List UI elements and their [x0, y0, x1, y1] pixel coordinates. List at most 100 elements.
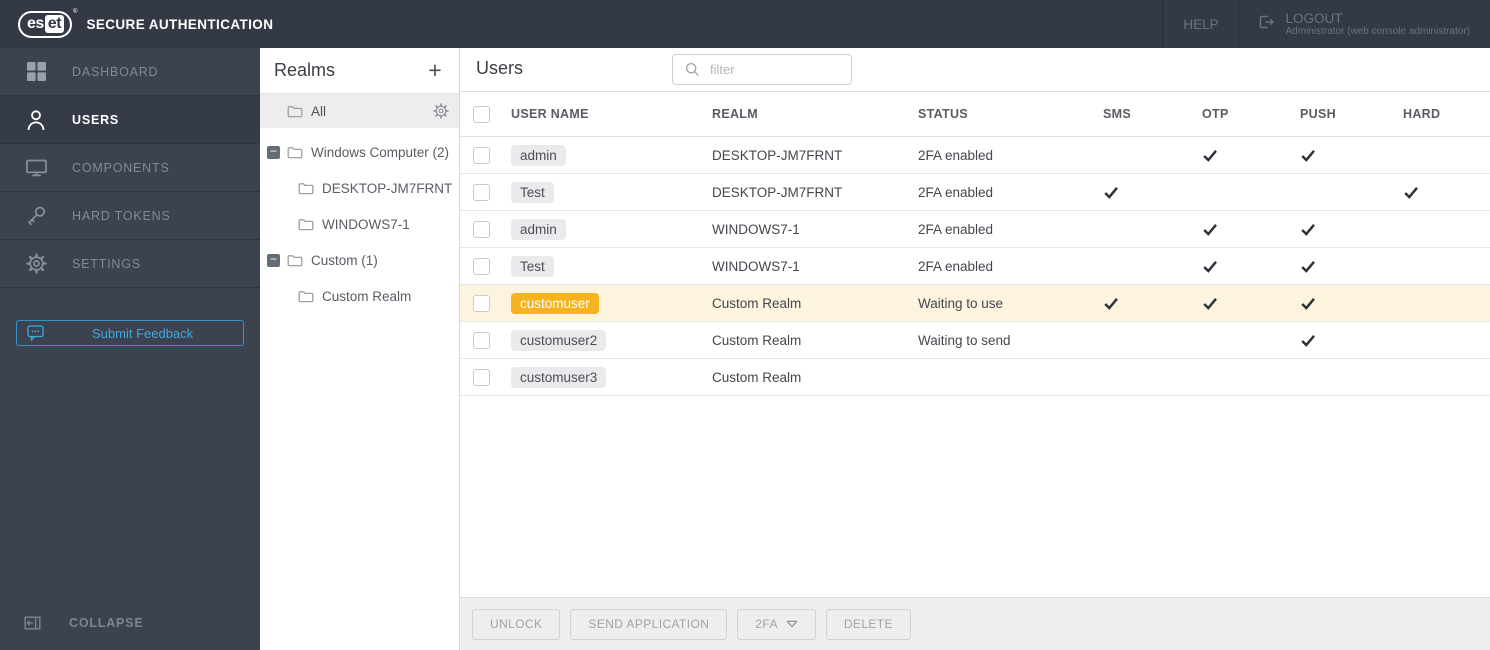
- hard-cell: [1403, 186, 1490, 199]
- realm-cell: WINDOWS7-1: [712, 221, 800, 237]
- username-cell: admin: [511, 218, 712, 240]
- realm-label: WINDOWS7-1: [322, 216, 410, 232]
- username-badge: Test: [511, 181, 554, 203]
- row-checkbox[interactable]: [473, 146, 490, 164]
- username-badge: admin: [511, 144, 566, 166]
- add-realm-button[interactable]: +: [423, 57, 447, 83]
- help-button[interactable]: HELP: [1162, 0, 1240, 48]
- realm-item-desktop-jm7frnt[interactable]: DESKTOP-JM7FRNT: [260, 170, 459, 206]
- collapse-button[interactable]: COLLAPSE: [24, 616, 143, 630]
- logout-label: LOGOUT: [1285, 10, 1343, 26]
- collapse-toggle-icon[interactable]: −: [267, 145, 280, 159]
- otp-cell: [1202, 149, 1300, 162]
- realm-item-custom-realm[interactable]: Custom Realm: [260, 278, 459, 314]
- sidebar-item-users[interactable]: USERS: [0, 96, 260, 144]
- checkmark-icon: [1300, 334, 1403, 347]
- delete-button[interactable]: DELETE: [825, 608, 911, 640]
- username-badge: Test: [511, 255, 554, 277]
- sidebar-item-label: DASHBOARD: [72, 64, 159, 79]
- column-header-sms: SMS: [1103, 107, 1131, 121]
- logout-button[interactable]: LOGOUT Administrator (web console admini…: [1239, 0, 1490, 48]
- realm-item-custom[interactable]: − Custom (1): [260, 242, 459, 278]
- realm-item-windows-computer[interactable]: − Windows Computer (2): [260, 134, 459, 170]
- realm-item-all[interactable]: All: [260, 94, 459, 128]
- send-application-button[interactable]: SEND APPLICATION: [570, 608, 728, 640]
- checkmark-icon: [1300, 297, 1403, 310]
- row-checkbox[interactable]: [473, 294, 490, 312]
- topbar: es et ® SECURE AUTHENTICATION HELP LOGOU…: [0, 0, 1490, 48]
- topbar-actions: HELP LOGOUT Administrator (web console a…: [1162, 0, 1490, 48]
- status-cell: 2FA enabled: [918, 184, 994, 200]
- chevron-down-icon: [786, 620, 798, 628]
- sms-cell: [1103, 371, 1202, 384]
- sidebar-item-label: COMPONENTS: [72, 160, 170, 175]
- username-cell: Test: [511, 255, 712, 277]
- push-cell: [1300, 371, 1403, 384]
- filter-input[interactable]: [710, 62, 840, 77]
- realm-label: Custom Realm: [322, 288, 412, 304]
- row-checkbox[interactable]: [473, 183, 490, 201]
- select-all-checkbox[interactable]: [473, 105, 490, 123]
- checkmark-icon: [1300, 223, 1403, 236]
- help-label: HELP: [1183, 16, 1219, 32]
- realm-cell: Custom Realm: [712, 369, 802, 385]
- realm-settings-gear-icon[interactable]: [433, 103, 449, 119]
- key-icon: [24, 204, 48, 228]
- sidebar-item-components[interactable]: COMPONENTS: [0, 144, 260, 192]
- row-checkbox[interactable]: [473, 331, 490, 349]
- collapse-icon: [24, 616, 41, 630]
- eset-logo: es et ®: [18, 9, 77, 38]
- button-label: DELETE: [843, 617, 893, 631]
- username-badge: customuser3: [511, 366, 607, 388]
- realm-cell: Custom Realm: [712, 295, 802, 311]
- user-icon: [24, 108, 48, 132]
- table-row[interactable]: customuser Custom Realm Waiting to use: [460, 285, 1490, 322]
- table-row[interactable]: customuser2 Custom Realm Waiting to send: [460, 322, 1490, 359]
- row-checkbox-cell: [473, 294, 511, 312]
- button-label: 2FA: [755, 617, 778, 631]
- logout-icon: [1257, 14, 1275, 35]
- sidebar-item-hard-tokens[interactable]: HARD TOKENS: [0, 192, 260, 240]
- checkmark-icon: [1103, 297, 1202, 310]
- sms-cell: [1103, 297, 1202, 310]
- sidebar-item-settings[interactable]: SETTINGS: [0, 240, 260, 288]
- logo-text-right: et: [44, 14, 65, 33]
- sms-cell: [1103, 223, 1202, 236]
- table-row[interactable]: customuser3 Custom Realm: [460, 359, 1490, 396]
- username-cell: customuser2: [511, 329, 712, 351]
- otp-cell: [1202, 260, 1300, 273]
- status-cell: Waiting to use: [918, 295, 1004, 311]
- username-badge: customuser: [511, 292, 599, 314]
- 2fa-button[interactable]: 2FA: [737, 608, 816, 640]
- submit-feedback-button[interactable]: Submit Feedback: [16, 320, 244, 346]
- button-label: UNLOCK: [490, 617, 543, 631]
- row-checkbox-cell: [473, 183, 511, 201]
- push-cell: [1300, 223, 1403, 236]
- column-header-realm: REALM: [712, 107, 758, 121]
- otp-cell: [1202, 334, 1300, 347]
- column-header-hard: HARD: [1403, 107, 1441, 121]
- push-cell: [1300, 260, 1403, 273]
- row-checkbox-cell: [473, 257, 511, 275]
- row-checkbox[interactable]: [473, 257, 490, 275]
- push-cell: [1300, 149, 1403, 162]
- table-row[interactable]: Test DESKTOP-JM7FRNT 2FA enabled: [460, 174, 1490, 211]
- row-checkbox[interactable]: [473, 220, 490, 238]
- unlock-button[interactable]: UNLOCK: [472, 608, 561, 640]
- gear-icon: [24, 252, 48, 276]
- checkmark-icon: [1202, 297, 1300, 310]
- folder-icon: [298, 290, 314, 303]
- row-checkbox[interactable]: [473, 368, 490, 386]
- realm-item-windows7-1[interactable]: WINDOWS7-1: [260, 206, 459, 242]
- otp-cell: [1202, 223, 1300, 236]
- folder-icon: [287, 254, 303, 267]
- table-row[interactable]: admin WINDOWS7-1 2FA enabled: [460, 211, 1490, 248]
- row-checkbox-cell: [473, 220, 511, 238]
- row-checkbox-cell: [473, 368, 511, 386]
- collapse-toggle-icon[interactable]: −: [267, 253, 280, 267]
- hard-cell: [1403, 297, 1490, 310]
- table-row[interactable]: Test WINDOWS7-1 2FA enabled: [460, 248, 1490, 285]
- username-cell: Test: [511, 181, 712, 203]
- sidebar-item-dashboard[interactable]: DASHBOARD: [0, 48, 260, 96]
- table-row[interactable]: admin DESKTOP-JM7FRNT 2FA enabled: [460, 137, 1490, 174]
